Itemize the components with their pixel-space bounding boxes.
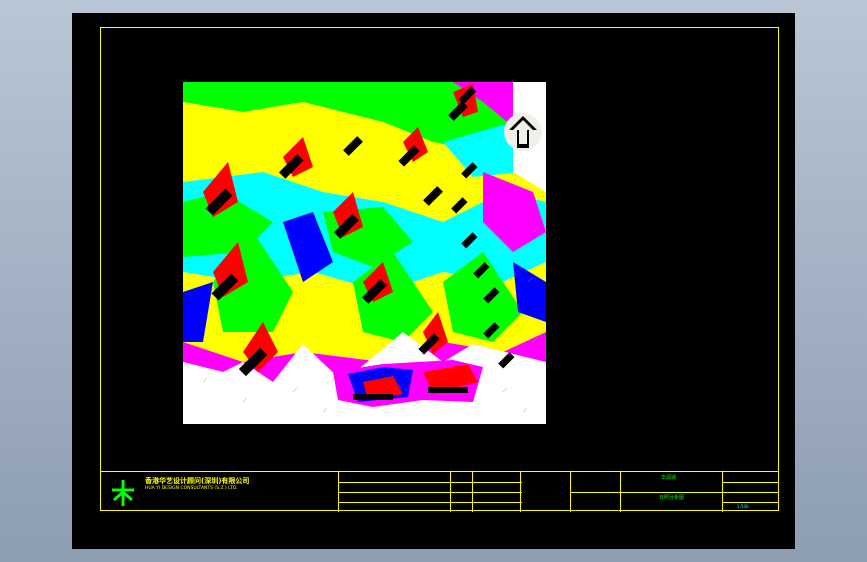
company-name-cn: 香港华艺设计顾问(深圳)有限公司 bbox=[145, 477, 250, 485]
drawing-scale: 1:500 bbox=[737, 504, 749, 509]
company-logo-icon bbox=[112, 480, 134, 506]
drawing-name: 日照分析图 bbox=[659, 495, 685, 501]
company-name-en: HUA YI DESIGN CONSULTANTS (S.Z.) LTD. bbox=[145, 486, 238, 491]
sunlight-analysis-plot bbox=[183, 82, 546, 424]
north-arrow-icon bbox=[504, 113, 542, 151]
project-name: 华润城 bbox=[661, 475, 677, 481]
